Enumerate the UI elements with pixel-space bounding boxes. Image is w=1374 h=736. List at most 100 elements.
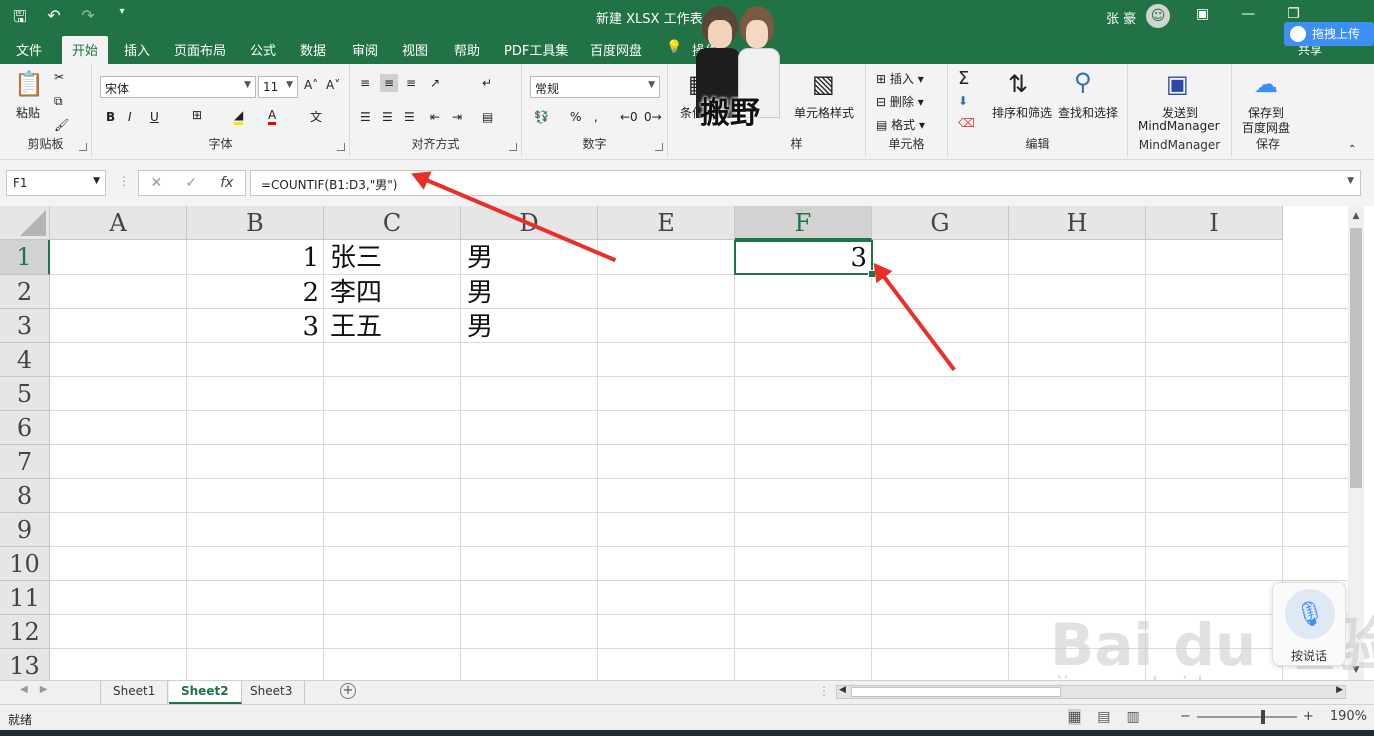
- customize-qat-icon[interactable]: ▾: [112, 6, 132, 33]
- cell-d3[interactable]: 男: [461, 309, 597, 343]
- row-header-3[interactable]: 3: [0, 309, 50, 343]
- increase-indent-icon[interactable]: ⇥: [452, 110, 462, 124]
- minimize-icon[interactable]: —: [1241, 6, 1255, 22]
- font-launcher-icon[interactable]: [337, 143, 345, 151]
- tab-data[interactable]: 数据: [300, 40, 326, 59]
- orientation-icon[interactable]: ↗: [430, 76, 440, 90]
- zoom-in-icon[interactable]: +: [1303, 709, 1314, 724]
- row-header-2[interactable]: 2: [0, 275, 50, 309]
- border-icon[interactable]: ⊞: [192, 108, 202, 122]
- baidu-netdisk-icon[interactable]: ☁: [1254, 70, 1278, 98]
- restore-icon[interactable]: ❐: [1287, 6, 1300, 22]
- clear-icon[interactable]: ⌫: [958, 116, 975, 130]
- horizontal-scrollbar[interactable]: ◀ ▶: [836, 685, 1346, 699]
- column-header-i[interactable]: I: [1146, 206, 1283, 240]
- column-header-c[interactable]: C: [324, 206, 461, 240]
- find-select-icon[interactable]: ⚲: [1074, 68, 1092, 96]
- fill-color-icon[interactable]: ◢: [234, 108, 244, 125]
- number-format-select[interactable]: 常规 ▼: [530, 76, 660, 98]
- cell-b1[interactable]: 1: [187, 240, 323, 274]
- decrease-decimal-icon[interactable]: 0→: [644, 110, 662, 124]
- align-center-icon[interactable]: ☰: [382, 110, 393, 124]
- add-sheet-icon[interactable]: +: [340, 683, 356, 699]
- row-header-10[interactable]: 10: [0, 547, 50, 581]
- tab-file[interactable]: 文件: [16, 40, 42, 59]
- scroll-up-icon[interactable]: ▲: [1348, 208, 1364, 224]
- increase-font-icon[interactable]: A˄: [304, 78, 318, 92]
- number-launcher-icon[interactable]: [655, 143, 663, 151]
- scroll-left-icon[interactable]: ◀: [839, 685, 846, 695]
- increase-decimal-icon[interactable]: ←0: [620, 110, 638, 124]
- phonetic-icon[interactable]: 文: [310, 108, 322, 125]
- cell-c2[interactable]: 李四: [324, 275, 460, 309]
- accounting-format-icon[interactable]: 💱: [534, 110, 549, 124]
- sheet-nav-arrows-icon[interactable]: ◀▶: [20, 684, 59, 695]
- tab-review[interactable]: 审阅: [352, 40, 378, 59]
- zoom-slider-knob[interactable]: [1260, 709, 1265, 724]
- enter-icon[interactable]: ✓: [185, 175, 197, 191]
- insert-function-icon[interactable]: fx: [220, 175, 233, 191]
- voice-input-widget[interactable]: 🎙 按说话: [1272, 582, 1346, 666]
- format-cells-button[interactable]: ▤ 格式 ▾: [876, 116, 925, 133]
- row-header-8[interactable]: 8: [0, 479, 50, 513]
- format-painter-icon[interactable]: 🖌: [54, 118, 69, 132]
- tab-help[interactable]: 帮助: [454, 40, 480, 59]
- column-header-h[interactable]: H: [1009, 206, 1146, 240]
- fill-icon[interactable]: ⬇: [958, 94, 968, 108]
- user-avatar-icon[interactable]: ☺: [1146, 4, 1170, 28]
- sheet-tab-sheet2[interactable]: Sheet2: [169, 681, 242, 704]
- normal-view-icon[interactable]: ▦: [1068, 709, 1082, 725]
- tab-pdf-tools[interactable]: PDF工具集: [504, 40, 568, 59]
- bold-button[interactable]: B: [106, 110, 115, 124]
- tab-formulas[interactable]: 公式: [250, 40, 276, 59]
- align-bottom-icon[interactable]: ≡: [406, 76, 416, 90]
- select-all-corner[interactable]: [0, 206, 50, 240]
- sort-filter-button[interactable]: 排序和筛选: [992, 104, 1052, 121]
- find-select-button[interactable]: 查找和选择: [1058, 104, 1118, 121]
- tab-page-layout[interactable]: 页面布局: [174, 40, 226, 59]
- paste-button[interactable]: 粘贴: [16, 104, 40, 121]
- tab-view[interactable]: 视图: [402, 40, 428, 59]
- column-header-f[interactable]: F: [735, 206, 872, 240]
- cell-c1[interactable]: 张三: [324, 240, 460, 274]
- autosum-icon[interactable]: Σ: [958, 68, 969, 89]
- wrap-text-icon[interactable]: ↵: [482, 76, 492, 90]
- zoom-slider[interactable]: [1196, 709, 1297, 724]
- row-header-4[interactable]: 4: [0, 343, 50, 377]
- percent-button[interactable]: %: [570, 110, 581, 124]
- zoom-out-icon[interactable]: −: [1180, 709, 1191, 724]
- row-header-9[interactable]: 9: [0, 513, 50, 547]
- decrease-font-icon[interactable]: A˅: [326, 78, 340, 92]
- vertical-scroll-thumb[interactable]: [1350, 228, 1362, 488]
- tab-baidu-netdisk[interactable]: 百度网盘: [590, 40, 642, 59]
- paste-icon[interactable]: 📋: [14, 70, 44, 98]
- scroll-right-icon[interactable]: ▶: [1336, 685, 1343, 695]
- user-name[interactable]: 张 豪: [1106, 8, 1136, 27]
- align-right-icon[interactable]: ☰: [404, 110, 415, 124]
- row-header-13[interactable]: 13: [0, 649, 50, 680]
- tab-split-grip-icon[interactable]: ⋮: [818, 684, 830, 698]
- font-color-icon[interactable]: A: [268, 108, 277, 125]
- clipboard-launcher-icon[interactable]: [79, 143, 87, 151]
- font-name-select[interactable]: 宋体 ▼: [100, 76, 256, 98]
- italic-button[interactable]: I: [128, 110, 132, 124]
- font-size-select[interactable]: 11 ▼: [258, 76, 298, 98]
- cell-b2[interactable]: 2: [187, 275, 323, 309]
- column-header-e[interactable]: E: [598, 206, 735, 240]
- page-break-view-icon[interactable]: ▥: [1126, 709, 1139, 725]
- cancel-icon[interactable]: ✕: [151, 175, 163, 191]
- comma-style-icon[interactable]: ,: [594, 110, 598, 124]
- save-icon[interactable]: 🖫: [10, 6, 30, 33]
- tab-insert[interactable]: 插入: [124, 40, 150, 59]
- insert-cells-button[interactable]: ⊞ 插入 ▾: [876, 70, 924, 87]
- ribbon-display-icon[interactable]: ▣: [1196, 6, 1209, 22]
- merge-center-icon[interactable]: ▤: [482, 110, 493, 124]
- redo-icon[interactable]: ↷: [78, 6, 98, 33]
- collapse-ribbon-icon[interactable]: ⌃: [1348, 144, 1356, 155]
- row-header-7[interactable]: 7: [0, 445, 50, 479]
- undo-icon[interactable]: ↶: [44, 6, 64, 33]
- save-to-netdisk-line2[interactable]: 百度网盘: [1242, 119, 1290, 136]
- microphone-icon[interactable]: 🎙: [1285, 589, 1335, 639]
- sheet-tab-sheet1[interactable]: Sheet1: [100, 681, 169, 704]
- row-header-5[interactable]: 5: [0, 377, 50, 411]
